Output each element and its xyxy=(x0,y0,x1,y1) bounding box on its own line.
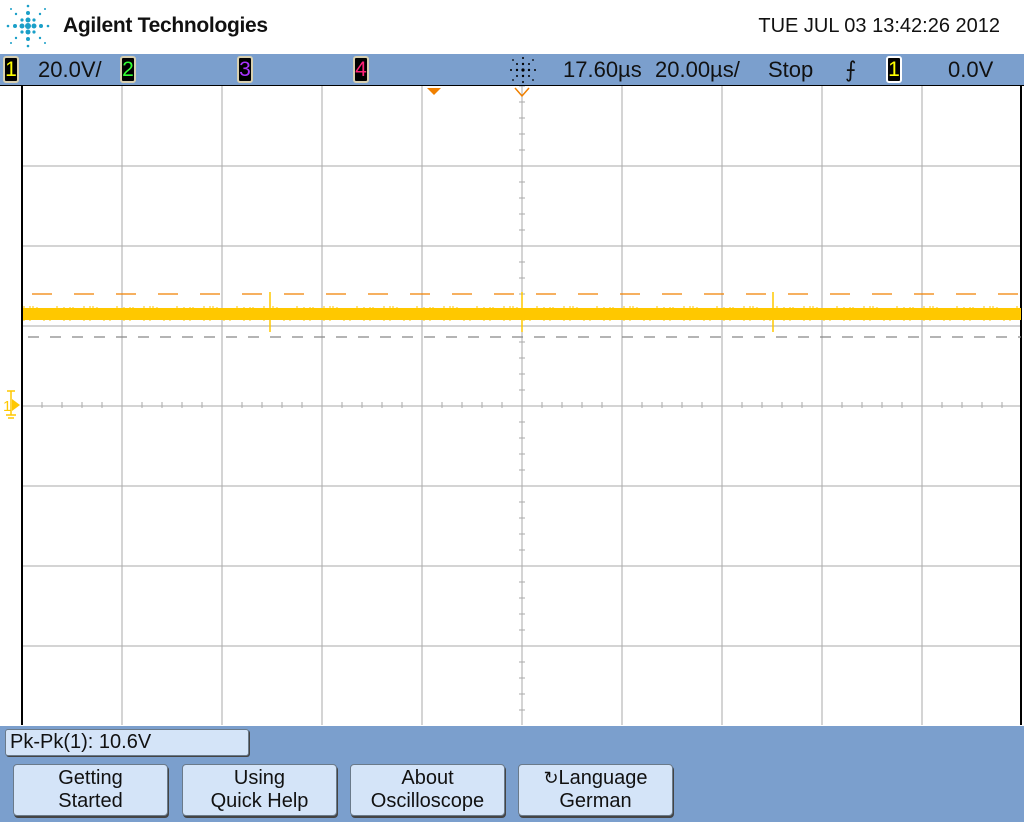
quick-help-button[interactable]: Using Quick Help xyxy=(182,764,337,816)
trigger-level[interactable]: 0.0V xyxy=(948,57,993,83)
softkey-label: Oscilloscope xyxy=(370,790,485,812)
softkey-label: Using xyxy=(233,767,286,789)
channel-1-scale[interactable]: 20.0V/ xyxy=(38,57,102,83)
softkey-label: About xyxy=(401,767,454,789)
about-oscilloscope-button[interactable]: About Oscilloscope xyxy=(350,764,505,816)
acquisition-icon xyxy=(510,57,536,83)
softkey-label: Quick Help xyxy=(210,790,309,812)
date-time: TUE JUL 03 13:42:26 2012 xyxy=(758,15,1000,37)
time-scale[interactable]: 20.00µs/ xyxy=(655,57,740,83)
graticule: 1 xyxy=(3,85,1022,725)
time-delay[interactable]: 17.60µs xyxy=(563,57,642,83)
trigger-source[interactable]: 1 xyxy=(886,56,902,83)
getting-started-button[interactable]: Getting Started xyxy=(13,764,168,816)
header: Agilent Technologies TUE JUL 03 13:42:26… xyxy=(0,0,1024,54)
measurement-readout: Pk-Pk(1): 10.6V xyxy=(5,729,249,756)
rotate-icon: ↻ xyxy=(543,768,559,788)
softkey-label: Getting xyxy=(58,767,123,789)
softkey-label: German xyxy=(559,790,632,812)
softkey-label: Started xyxy=(58,790,123,812)
time-reference-marker xyxy=(427,88,441,95)
channel-3-button[interactable]: 3 xyxy=(237,56,253,83)
run-state[interactable]: Stop xyxy=(768,57,813,83)
channel-4-button[interactable]: 4 xyxy=(353,56,369,83)
agilent-logo-icon xyxy=(6,4,50,48)
status-bar: 1 20.0V/ 2 3 4 17.60µs 20.00µs/ Stop ⨍ 1… xyxy=(0,54,1024,86)
ground-marker-label: 1 xyxy=(3,398,11,415)
brand-name: Agilent Technologies xyxy=(63,14,268,37)
softkey-label: Language xyxy=(558,767,648,789)
softkey-panel: Pk-Pk(1): 10.6V Getting Started Using Quic… xyxy=(0,726,1024,822)
channel-1-ground-marker xyxy=(12,399,20,411)
channel-1-button[interactable]: 1 xyxy=(3,56,19,83)
channel-2-button[interactable]: 2 xyxy=(120,56,136,83)
language-button[interactable]: ↻Language German xyxy=(518,764,673,816)
waveform-display[interactable]: 1 xyxy=(0,85,1024,726)
trigger-slope-icon: ⨍ xyxy=(845,57,857,82)
